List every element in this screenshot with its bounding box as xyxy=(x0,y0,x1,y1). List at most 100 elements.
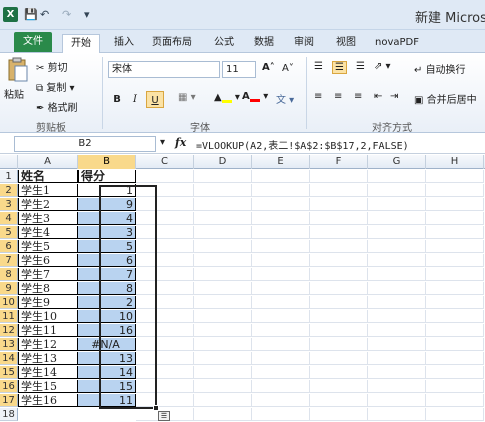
empty-cell[interactable] xyxy=(194,226,252,239)
empty-cell[interactable] xyxy=(136,198,194,211)
empty-cell[interactable] xyxy=(252,170,310,183)
empty-cell[interactable] xyxy=(194,240,252,253)
empty-cell[interactable] xyxy=(368,352,426,365)
empty-cell[interactable] xyxy=(252,282,310,295)
empty-cell[interactable] xyxy=(194,324,252,337)
row-header[interactable]: 9 xyxy=(0,282,18,295)
empty-cell[interactable] xyxy=(310,184,368,197)
name-cell[interactable]: 学生3 xyxy=(18,212,78,225)
align-left-icon[interactable]: ≡ xyxy=(314,91,322,102)
empty-cell[interactable] xyxy=(194,352,252,365)
font-name-select[interactable]: 宋体 xyxy=(108,61,220,78)
name-cell[interactable]: 学生4 xyxy=(18,226,78,239)
row-header[interactable]: 2 xyxy=(0,184,18,197)
score-cell[interactable]: 10 xyxy=(78,310,136,323)
empty-cell[interactable] xyxy=(252,380,310,393)
empty-cell[interactable] xyxy=(310,170,368,183)
align-right-icon[interactable]: ≡ xyxy=(354,91,362,102)
grow-font-icon[interactable]: A˄ xyxy=(262,62,275,73)
empty-cell[interactable] xyxy=(368,282,426,295)
empty-cell[interactable] xyxy=(426,184,484,197)
name-cell[interactable]: 学生8 xyxy=(18,282,78,295)
empty-cell[interactable] xyxy=(252,240,310,253)
empty-cell[interactable] xyxy=(136,254,194,267)
row-header[interactable]: 8 xyxy=(0,268,18,281)
row-header[interactable]: 12 xyxy=(0,324,18,337)
name-cell[interactable]: 学生14 xyxy=(18,366,78,379)
row-header[interactable]: 5 xyxy=(0,226,18,239)
empty-cell[interactable] xyxy=(426,380,484,393)
tab-view[interactable]: 视图 xyxy=(334,34,358,53)
empty-cell[interactable] xyxy=(136,380,194,393)
paste-options-icon[interactable]: ☰ xyxy=(158,411,170,421)
empty-cell[interactable] xyxy=(368,184,426,197)
empty-cell[interactable] xyxy=(252,352,310,365)
empty-cell[interactable] xyxy=(194,282,252,295)
name-cell[interactable]: 学生15 xyxy=(18,380,78,393)
decrease-indent-icon[interactable]: ⇤ xyxy=(374,91,382,102)
score-cell[interactable]: 14 xyxy=(78,366,136,379)
tab-formulas[interactable]: 公式 xyxy=(212,34,236,53)
row-header[interactable]: 16 xyxy=(0,380,18,393)
empty-cell[interactable] xyxy=(426,282,484,295)
underline-button[interactable]: U xyxy=(146,91,164,108)
empty-cell[interactable] xyxy=(310,338,368,351)
empty-cell[interactable] xyxy=(368,254,426,267)
empty-cell[interactable] xyxy=(194,296,252,309)
empty-cell[interactable] xyxy=(136,324,194,337)
empty-cell[interactable] xyxy=(252,184,310,197)
shrink-font-icon[interactable]: A˅ xyxy=(282,63,294,74)
empty-cell[interactable] xyxy=(310,352,368,365)
empty-cell[interactable] xyxy=(368,380,426,393)
row-header[interactable]: 11 xyxy=(0,310,18,323)
border-icon[interactable]: ▦ ▾ xyxy=(178,92,196,103)
score-cell[interactable]: 9 xyxy=(78,198,136,211)
empty-cell[interactable] xyxy=(368,268,426,281)
empty-cell[interactable] xyxy=(310,282,368,295)
empty-cell[interactable] xyxy=(136,212,194,225)
empty-cell[interactable] xyxy=(426,254,484,267)
format-painter-button[interactable]: ✒ 格式刷 xyxy=(36,99,78,114)
column-header-f[interactable]: F xyxy=(310,155,368,169)
undo-icon[interactable]: ↶ xyxy=(40,8,49,21)
header-cell-name[interactable]: 姓名 xyxy=(18,170,78,183)
empty-cell[interactable] xyxy=(136,226,194,239)
name-box[interactable]: B2 xyxy=(14,136,156,152)
empty-cell[interactable] xyxy=(252,226,310,239)
empty-cell[interactable] xyxy=(252,268,310,281)
name-cell[interactable]: 学生7 xyxy=(18,268,78,281)
name-cell[interactable]: 学生12 xyxy=(18,338,78,351)
empty-cell[interactable] xyxy=(194,184,252,197)
name-cell[interactable]: 学生10 xyxy=(18,310,78,323)
column-header-g[interactable]: G xyxy=(368,155,426,169)
score-cell[interactable]: 2 xyxy=(78,296,136,309)
empty-cell[interactable] xyxy=(368,338,426,351)
empty-cell[interactable] xyxy=(252,394,310,407)
name-cell[interactable]: 学生1 xyxy=(18,184,78,197)
empty-cell[interactable] xyxy=(368,324,426,337)
empty-cell[interactable] xyxy=(368,212,426,225)
empty-cell[interactable] xyxy=(194,198,252,211)
name-box-dropdown-icon[interactable]: ▾ xyxy=(160,137,165,148)
tab-data[interactable]: 数据 xyxy=(252,34,276,53)
empty-cell[interactable] xyxy=(310,296,368,309)
row-header[interactable]: 3 xyxy=(0,198,18,211)
empty-cell[interactable] xyxy=(426,296,484,309)
name-cell[interactable]: 学生5 xyxy=(18,240,78,253)
save-icon[interactable]: 💾 xyxy=(24,8,38,21)
row-header[interactable]: 17 xyxy=(0,394,18,407)
name-cell[interactable]: 学生13 xyxy=(18,352,78,365)
empty-cell[interactable] xyxy=(194,254,252,267)
score-cell[interactable]: 11 xyxy=(78,394,136,407)
empty-cell[interactable] xyxy=(136,338,194,351)
empty-cell[interactable] xyxy=(368,366,426,379)
align-top-icon[interactable]: ☰ xyxy=(314,61,323,72)
copy-button[interactable]: ⧉ 复制 ▾ xyxy=(36,79,75,94)
merge-center-button[interactable]: ▣ 合并后居中 xyxy=(414,91,477,106)
empty-cell[interactable] xyxy=(252,296,310,309)
name-cell[interactable]: 学生9 xyxy=(18,296,78,309)
cut-button[interactable]: ✂ 剪切 xyxy=(36,59,68,74)
empty-cell[interactable] xyxy=(426,226,484,239)
score-cell[interactable]: 7 xyxy=(78,268,136,281)
empty-cell[interactable] xyxy=(426,212,484,225)
